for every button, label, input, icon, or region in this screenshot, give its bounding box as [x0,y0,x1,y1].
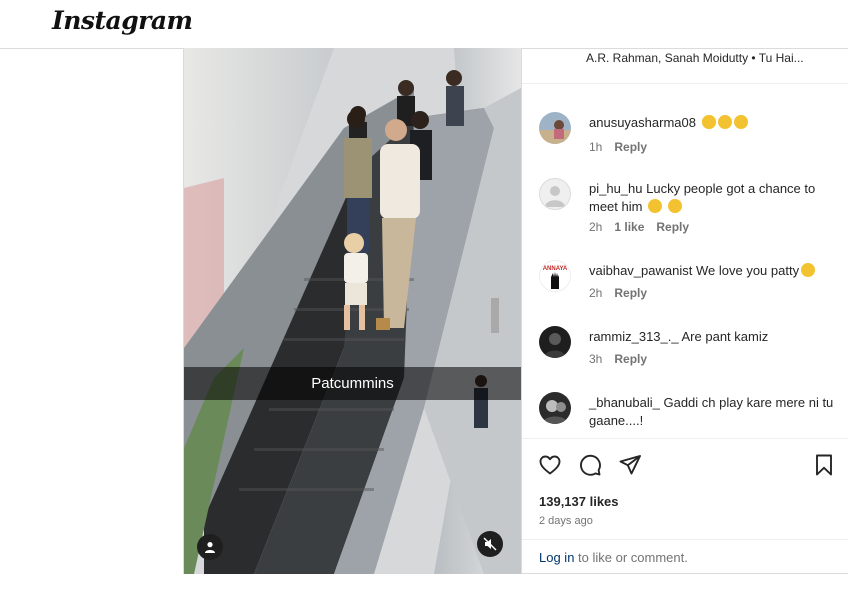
divider [522,539,848,540]
login-prompt-text: to like or comment. [574,550,688,565]
user-icon [205,542,215,553]
comment-time: 3h [589,352,603,366]
comment-text: pi_hu_hu Lucky people got a chance to me… [589,180,839,216]
avatar-logo-text: ANNAYA [543,266,568,272]
save-button[interactable] [811,452,837,478]
login-link[interactable]: Log in [539,550,574,565]
comment-text: anusuyasharma08 [589,114,839,132]
pleading-emoji [648,199,663,213]
reply-button[interactable]: Reply [656,220,689,234]
comment-time: 2h [589,286,603,300]
share-button[interactable] [617,452,643,478]
post-date[interactable]: 2 days ago [539,515,593,527]
heart-icon [539,455,561,475]
divider [522,438,848,439]
avatar[interactable] [539,112,571,144]
comment-likes[interactable]: 1 like [614,220,644,234]
action-bar [522,448,848,480]
comment-body: We love you patty [695,263,800,278]
comment-button[interactable] [577,452,603,478]
comment-time: 1h [589,140,603,154]
tagged-users-button[interactable] [197,534,223,560]
mute-button[interactable] [477,531,503,557]
comment-text: vaibhav_pawanist We love you patty [589,262,839,280]
reply-button[interactable]: Reply [614,286,647,300]
comment-username[interactable]: vaibhav_pawanist [589,263,692,278]
comment-text: rammiz_313_._ Are pant kamiz [589,328,839,346]
heart-eyes-emoji [701,115,716,129]
comment-time: 2h [589,220,603,234]
comment-username[interactable]: pi_hu_hu [589,181,643,196]
comment-username[interactable]: anusuyasharma08 [589,115,696,130]
comment-text: _bhanubali_ Gaddi ch play kare mere ni t… [589,394,839,430]
avatar[interactable]: ANNAYA [539,260,571,292]
comment-list[interactable]: anusuyasharma08 1h Reply pi_hu_hu Lucky … [522,84,848,438]
speaker-muted-icon [483,537,497,551]
avatar[interactable] [539,326,571,358]
comment-username[interactable]: _bhanubali_ [589,395,660,410]
heart-eyes-emoji [717,115,732,129]
heart-eyes-emoji [733,115,748,129]
bookmark-icon [816,454,832,476]
reply-button[interactable]: Reply [614,140,647,154]
comment-icon [580,454,601,476]
yawn-emoji [667,199,682,213]
comment-body: Are pant kamiz [681,329,769,344]
video-caption-bar: Patcummins [184,367,521,400]
heart-eyes-emoji [801,263,816,277]
send-icon [619,455,641,475]
login-prompt: Log in to like or comment. [539,550,688,565]
like-count[interactable]: 139,137 likes [539,494,619,509]
escalator-scene [184,48,521,574]
reply-button[interactable]: Reply [614,352,647,366]
avatar[interactable] [539,178,571,210]
top-bar: Instagram [0,0,848,49]
audio-attribution[interactable]: A.R. Rahman, Sanah Moidutty • Tu Hai... [586,51,804,65]
comment-meta: 2h Reply [589,286,647,300]
post-video[interactable]: Patcummins [184,48,521,574]
video-caption: Patcummins [311,375,394,392]
comment-username[interactable]: rammiz_313_._ [589,329,679,344]
like-button[interactable] [537,452,563,478]
post: Patcummins A.R. Rahman, Sanah Moidutty •… [183,48,848,574]
comment-meta: 2h 1 like Reply [589,220,689,234]
comment-meta: 3h Reply [589,352,647,366]
avatar[interactable] [539,392,571,424]
instagram-logo[interactable]: Instagram [52,6,193,35]
comment-meta: 1h Reply [589,140,647,154]
post-sidebar: A.R. Rahman, Sanah Moidutty • Tu Hai... … [521,48,848,574]
